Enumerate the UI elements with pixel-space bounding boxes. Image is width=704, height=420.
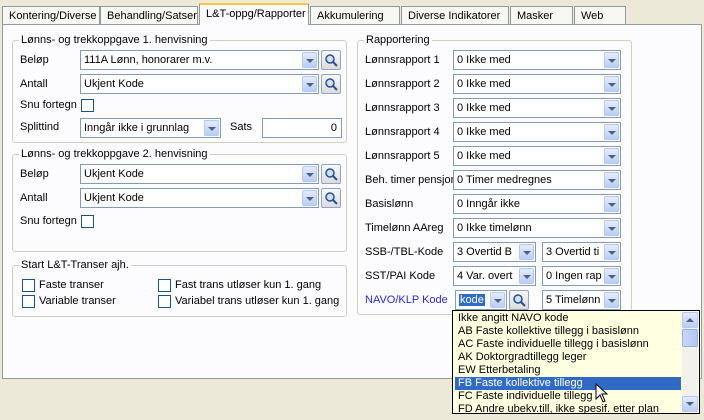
tab-behandling[interactable]: Behandling/Satser bbox=[100, 6, 198, 24]
chevron-down-icon[interactable] bbox=[604, 148, 619, 164]
tab-akkumulering[interactable]: Akkumulering bbox=[310, 6, 400, 24]
tab-masker[interactable]: Masker bbox=[510, 6, 573, 24]
lonnsrapport-2-select[interactable]: 0 Ikke med bbox=[453, 74, 621, 94]
faste-transer-label: Faste transer bbox=[39, 279, 104, 291]
ssb-tbl-kode-label: SSB-/TBL-Kode bbox=[365, 246, 444, 258]
timelonn-aareg-label: Timelønn AAreg bbox=[365, 222, 444, 234]
chevron-down-icon[interactable] bbox=[302, 52, 317, 68]
scroll-up-icon[interactable] bbox=[682, 312, 698, 328]
dropdown-item[interactable]: FD Andre ubekv.till, ikke spesif. etter … bbox=[455, 403, 681, 413]
snu-fortegn-1-checkbox[interactable] bbox=[81, 99, 94, 112]
search-icon[interactable] bbox=[321, 164, 341, 184]
fast-trans-utloser-label: Fast trans utløser kun 1. gang bbox=[175, 279, 322, 291]
group-title-2: Lønns- og trekkoppgave 2. henvisning bbox=[19, 148, 210, 160]
snu-fortegn-2-label: Snu fortegn bbox=[20, 215, 77, 227]
chevron-down-icon[interactable] bbox=[604, 100, 619, 116]
scroll-thumb[interactable] bbox=[682, 329, 698, 347]
chevron-down-icon[interactable] bbox=[204, 120, 219, 136]
beh-timer-pensjon-label: Beh. timer pensjon bbox=[365, 174, 457, 186]
lonnsrapport-4-label: Lønnsrapport 4 bbox=[365, 126, 440, 138]
chevron-down-icon[interactable] bbox=[604, 196, 619, 212]
snu-fortegn-2-checkbox[interactable] bbox=[81, 215, 94, 228]
chevron-down-icon[interactable] bbox=[604, 292, 619, 308]
search-icon[interactable] bbox=[321, 50, 341, 70]
rapportering-title: Rapportering bbox=[364, 34, 432, 46]
sats-input[interactable]: 0 bbox=[262, 118, 342, 138]
scroll-down-icon[interactable] bbox=[682, 396, 698, 412]
chevron-down-icon[interactable] bbox=[604, 172, 619, 188]
navo-klp-kode-select[interactable]: kode bbox=[455, 290, 507, 310]
chevron-down-icon[interactable] bbox=[604, 124, 619, 140]
lonnsrapport-3-label: Lønnsrapport 3 bbox=[365, 102, 440, 114]
search-icon[interactable] bbox=[509, 290, 529, 310]
tab-lt-oppg-rapporter[interactable]: L&T-oppg/Rapporter bbox=[199, 3, 309, 25]
snu-fortegn-1-label: Snu fortegn bbox=[20, 99, 77, 111]
group-title-3: Start L&T-Transer ajh. bbox=[19, 259, 131, 271]
tab-diverse-indikatorer[interactable]: Diverse Indikatorer bbox=[401, 6, 509, 24]
basislonn-label: Basislønn bbox=[365, 198, 414, 210]
dropdown-item[interactable]: Ikke angitt NAVO kode bbox=[455, 312, 681, 325]
sst-pai-kode-select-1[interactable]: 4 Var. overt bbox=[453, 266, 536, 286]
search-icon[interactable] bbox=[321, 74, 341, 94]
chevron-down-icon[interactable] bbox=[302, 190, 317, 206]
lonnsrapport-3-select[interactable]: 0 Ikke med bbox=[453, 98, 621, 118]
basislonn-select[interactable]: 0 Inngår ikke bbox=[453, 194, 621, 214]
lonnsrapport-4-select[interactable]: 0 Ikke med bbox=[453, 122, 621, 142]
dropdown-item[interactable]: AC Faste individuelle tillegg i basisløn… bbox=[455, 338, 681, 351]
chevron-down-icon[interactable] bbox=[302, 166, 317, 182]
dropdown-item[interactable]: FC Faste individuelle tillegg bbox=[455, 390, 681, 403]
faste-transer-checkbox[interactable] bbox=[22, 279, 35, 292]
chevron-down-icon[interactable] bbox=[490, 292, 505, 308]
chevron-down-icon[interactable] bbox=[604, 76, 619, 92]
dropdown-scrollbar[interactable] bbox=[682, 312, 698, 412]
dropdown-item[interactable]: AK Doktorgradtillegg leger bbox=[455, 351, 681, 364]
antall-1-select[interactable]: Ukjent Kode bbox=[80, 74, 319, 94]
chevron-down-icon[interactable] bbox=[519, 244, 534, 260]
lonnsrapport-1-label: Lønnsrapport 1 bbox=[365, 54, 440, 66]
antall-2-label: Antall bbox=[20, 192, 48, 204]
mouse-cursor-icon bbox=[595, 383, 609, 403]
dropdown-item-selected[interactable]: FB Faste kollektive tillegg bbox=[455, 377, 681, 390]
ssb-tbl-kode-select-1[interactable]: 3 Overtid B bbox=[453, 242, 536, 262]
sats-label: Sats bbox=[230, 121, 253, 133]
antall-2-select[interactable]: Ukjent Kode bbox=[80, 188, 319, 208]
lonnsrapport-5-select[interactable]: 0 Ikke med bbox=[453, 146, 621, 166]
antall-1-label: Antall bbox=[20, 78, 48, 90]
variable-transer-label: Variable transer bbox=[39, 295, 116, 307]
dropdown-item[interactable]: AB Faste kollektive tillegg i basislønn bbox=[455, 325, 681, 338]
lonnsrapport-1-select[interactable]: 0 Ikke med bbox=[453, 50, 621, 70]
chevron-down-icon[interactable] bbox=[604, 52, 619, 68]
sst-pai-kode-select-2[interactable]: 0 Ingen rap bbox=[542, 266, 621, 286]
variabel-trans-utloser-label: Variabel trans utløser kun 1. gang bbox=[175, 295, 340, 307]
splittind-label: Splittind bbox=[20, 121, 60, 133]
chevron-down-icon[interactable] bbox=[519, 268, 534, 284]
dropdown-item[interactable]: EW Etterbetaling bbox=[455, 364, 681, 377]
splittind-select[interactable]: Inngår ikke i grunnlag bbox=[80, 118, 221, 138]
navo-klp-kode-select-2[interactable]: 5 Timelønn bbox=[542, 290, 621, 310]
belop-2-select[interactable]: Ukjent Kode bbox=[80, 164, 319, 184]
tab-web[interactable]: Web bbox=[574, 6, 626, 24]
belop-1-label: Beløp bbox=[20, 54, 49, 66]
timelonn-aareg-select[interactable]: 0 Ikke timelønn bbox=[453, 218, 621, 238]
sst-pai-kode-label: SST/PAI Kode bbox=[365, 270, 436, 282]
chevron-down-icon[interactable] bbox=[604, 244, 619, 260]
variabel-trans-utloser-checkbox[interactable] bbox=[158, 295, 171, 308]
navo-kode-dropdown-list[interactable]: Ikke angitt NAVO kode AB Faste kollektiv… bbox=[452, 310, 700, 414]
belop-1-select[interactable]: 111A Lønn, honorarer m.v. bbox=[80, 50, 319, 70]
fast-trans-utloser-checkbox[interactable] bbox=[158, 279, 171, 292]
chevron-down-icon[interactable] bbox=[302, 76, 317, 92]
variable-transer-checkbox[interactable] bbox=[22, 295, 35, 308]
search-icon[interactable] bbox=[321, 188, 341, 208]
group-title-1: Lønns- og trekkoppgave 1. henvisning bbox=[19, 34, 210, 46]
navo-klp-kode-value: kode bbox=[459, 294, 485, 306]
chevron-down-icon[interactable] bbox=[604, 268, 619, 284]
tab-kontering[interactable]: Kontering/Diverse bbox=[2, 6, 100, 24]
beh-timer-pensjon-select[interactable]: 0 Timer medregnes bbox=[453, 170, 621, 190]
lonnsrapport-5-label: Lønnsrapport 5 bbox=[365, 150, 440, 162]
belop-2-label: Beløp bbox=[20, 168, 49, 180]
navo-klp-kode-label: NAVO/KLP Kode bbox=[365, 294, 448, 306]
chevron-down-icon[interactable] bbox=[604, 220, 619, 236]
lonnsrapport-2-label: Lønnsrapport 2 bbox=[365, 78, 440, 90]
ssb-tbl-kode-select-2[interactable]: 3 Overtid ti bbox=[542, 242, 621, 262]
